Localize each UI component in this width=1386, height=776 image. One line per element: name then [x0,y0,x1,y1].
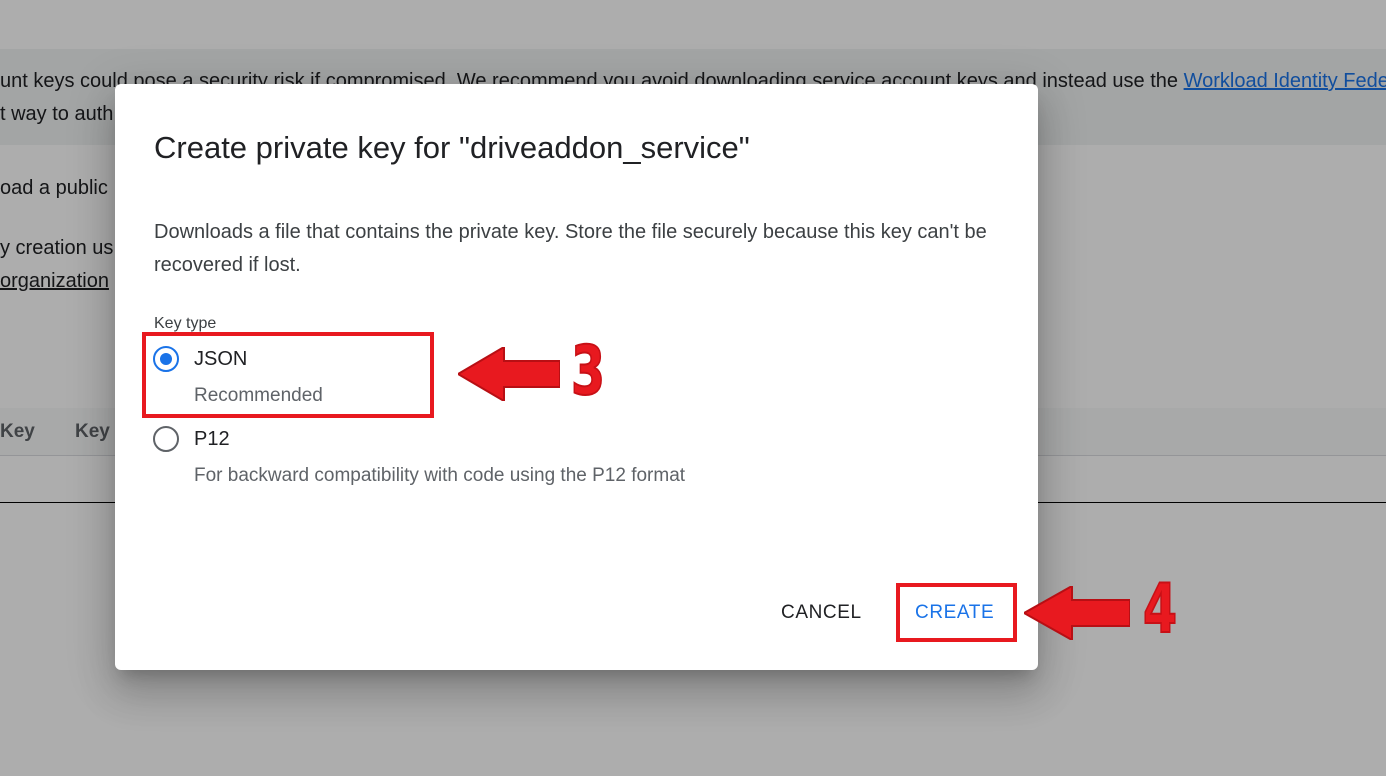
dialog-title: Create private key for "driveaddon_servi… [154,130,750,165]
key-type-label: Key type [154,315,217,332]
page: unt keys could pose a security risk if c… [0,0,1386,776]
p12-radio-button[interactable] [153,426,179,452]
p12-option-hint: For backward compatibility with code usi… [194,465,686,486]
step-number-3: 3 [570,332,606,411]
json-option-highlight-box [142,332,434,418]
p12-option-label[interactable]: P12 [194,428,230,451]
left-arrow-icon [1024,586,1130,640]
dialog-description: Downloads a file that contains the priva… [154,221,987,276]
left-arrow-icon [458,347,560,401]
cancel-button[interactable]: CANCEL [775,602,868,624]
step-number-4: 4 [1142,570,1178,649]
create-button-highlight-box [896,583,1017,642]
